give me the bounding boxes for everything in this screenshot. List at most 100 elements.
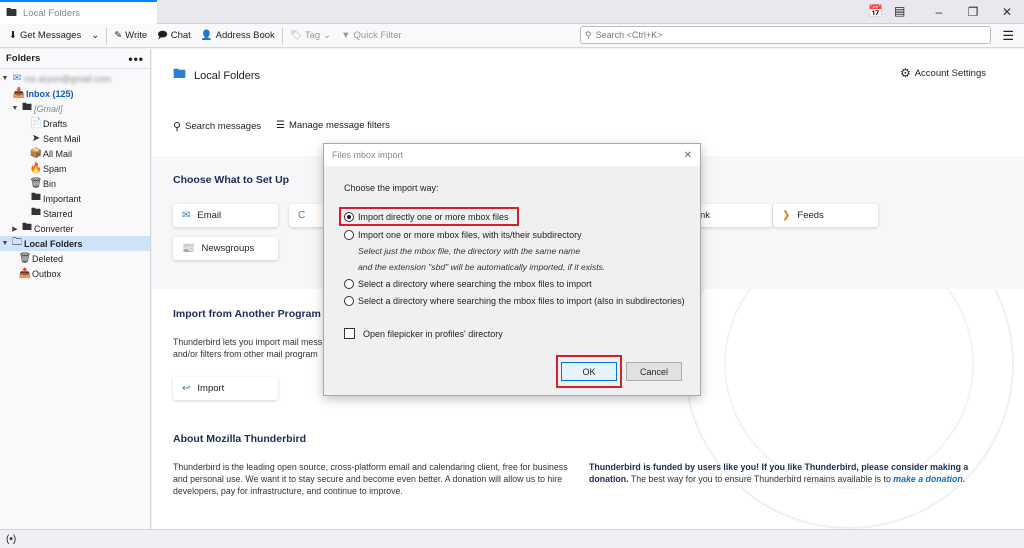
- folder-label: Starred: [43, 208, 73, 219]
- app-menu-icon[interactable]: ☰: [1002, 28, 1014, 44]
- folder-important[interactable]: 🖿 Important: [0, 191, 150, 206]
- option-select-directory-recursive[interactable]: Select a directory where searching the m…: [344, 296, 685, 306]
- manage-filters-label: Manage message filters: [288, 120, 390, 131]
- download-icon: ⬇: [9, 30, 17, 41]
- pencil-icon: ✎: [114, 30, 123, 41]
- funded-bold-text-2: donation.: [589, 474, 629, 484]
- archive-icon: 📦: [29, 148, 43, 159]
- option-label: Import one or more mbox files, with its/…: [358, 230, 582, 240]
- quick-filter-button[interactable]: ▼ Quick Filter: [336, 26, 406, 46]
- chevron-down-icon[interactable]: ▼: [0, 240, 10, 247]
- folder-label: Converter: [34, 223, 74, 234]
- folder-label: Spam: [43, 163, 67, 174]
- folder-pane-header: Folders •••: [0, 49, 150, 69]
- newsgroups-setup-button[interactable]: 📰 Newsgroups: [173, 237, 278, 260]
- search-messages-link[interactable]: ⚲ Search messages: [173, 120, 261, 133]
- trash-icon: 🗑: [18, 253, 32, 264]
- folder-inbox[interactable]: 📥 Inbox (125): [0, 86, 150, 101]
- folder-outbox[interactable]: 📤 Outbox: [0, 266, 150, 281]
- folder-sent-mail[interactable]: ➤ Sent Mail: [0, 131, 150, 146]
- checkbox[interactable]: [344, 328, 355, 339]
- import-icon: ↩: [182, 383, 191, 394]
- get-messages-label: Get Messages: [19, 30, 82, 41]
- option-import-with-subdirectory[interactable]: Import one or more mbox files, with its/…: [344, 230, 582, 240]
- import-button[interactable]: ↩ Import: [173, 377, 278, 400]
- checkbox-label: Open filepicker in profiles' directory: [363, 328, 503, 339]
- folder-local-folders[interactable]: ▼ 🗀 Local Folders: [0, 236, 150, 251]
- donation-link[interactable]: make a donation.: [893, 474, 965, 484]
- about-text-line: and personal use. We want it to stay sec…: [173, 474, 563, 484]
- tab-local-folders[interactable]: 🖿 Local Folders: [0, 0, 157, 24]
- cancel-button[interactable]: Cancel: [626, 362, 682, 381]
- email-setup-button[interactable]: ✉ Email: [173, 204, 278, 227]
- more-options-icon[interactable]: •••: [128, 52, 144, 66]
- import-label: Import: [197, 383, 225, 394]
- dialog-prompt: Choose the import way:: [344, 183, 439, 193]
- outbox-icon: 📤: [18, 268, 32, 279]
- address-book-button[interactable]: 👤 Address Book: [196, 26, 280, 46]
- dialog-body: Choose the import way: Import directly o…: [324, 166, 700, 395]
- search-placeholder: Search <Ctrl+K>: [595, 30, 663, 40]
- page-title-text: Local Folders: [194, 70, 261, 82]
- tab-bar: 🖿 Local Folders 📅 ▤ – ❐ ✕: [0, 0, 1024, 24]
- chevron-down-icon: ⌄: [91, 30, 100, 41]
- address-book-label: Address Book: [215, 30, 275, 41]
- option-hint: Select just the mbox file, the directory…: [358, 246, 581, 256]
- option-label: Import directly one or more mbox files: [358, 212, 509, 222]
- online-status-icon[interactable]: (•): [6, 534, 16, 545]
- filter-icon: ☰: [276, 120, 285, 131]
- folder-all-mail[interactable]: 📦 All Mail: [0, 146, 150, 161]
- tag-button[interactable]: 🏷 Tag ⌄: [285, 26, 336, 46]
- folder-converter[interactable]: ▶ 🖿 Converter: [0, 221, 150, 236]
- tasks-icon[interactable]: ▤: [894, 4, 905, 18]
- chevron-right-icon[interactable]: ▶: [10, 225, 20, 233]
- account-settings-link[interactable]: ⚙ Account Settings: [900, 66, 986, 80]
- setup-heading: Choose What to Set Up: [173, 174, 290, 186]
- open-filepicker-checkbox-row[interactable]: Open filepicker in profiles' directory: [344, 328, 503, 339]
- option-label: Select a directory where searching the m…: [358, 296, 685, 306]
- search-messages-label: Search messages: [185, 121, 262, 132]
- write-button[interactable]: ✎ Write: [109, 26, 152, 46]
- folder-icon: 🖿: [173, 66, 187, 81]
- folder-starred[interactable]: 🖿 Starred: [0, 206, 150, 221]
- toolbar-separator: [106, 27, 108, 44]
- minimize-icon[interactable]: –: [922, 5, 956, 19]
- get-messages-dropdown[interactable]: ⌄: [86, 26, 104, 46]
- folder-deleted[interactable]: 🗑 Deleted: [0, 251, 150, 266]
- radio-button[interactable]: [344, 296, 354, 306]
- manage-filters-link[interactable]: ☰ Manage message filters: [276, 120, 390, 131]
- calendar-icon[interactable]: 📅: [868, 4, 883, 18]
- send-icon: ➤: [31, 133, 41, 144]
- restore-icon[interactable]: ❐: [956, 5, 990, 19]
- search-icon: ⚲: [585, 29, 592, 40]
- mail-account-icon: ✉: [12, 73, 22, 84]
- chevron-down-icon: ⌄: [323, 30, 332, 41]
- search-input[interactable]: ⚲ Search <Ctrl+K>: [580, 26, 991, 44]
- close-icon[interactable]: ✕: [684, 150, 692, 161]
- chevron-down-icon[interactable]: ▼: [10, 105, 20, 112]
- folder-drafts[interactable]: 📄 Drafts: [0, 116, 150, 131]
- account-email: ms.aryon@gmail.com: [24, 73, 112, 84]
- get-messages-button[interactable]: ⬇ Get Messages: [4, 26, 86, 46]
- option-import-direct[interactable]: Import directly one or more mbox files: [344, 212, 509, 222]
- chevron-down-icon[interactable]: ▼: [0, 75, 10, 82]
- option-select-directory[interactable]: Select a directory where searching the m…: [344, 279, 592, 289]
- tag-label: Tag: [304, 30, 321, 41]
- dialog-titlebar: Files mbox import ✕: [324, 144, 700, 166]
- radio-button[interactable]: [344, 279, 354, 289]
- folder-icon: 🖿: [22, 102, 32, 113]
- folder-label: Outbox: [32, 268, 62, 279]
- feeds-label: Feeds: [797, 210, 824, 221]
- folder-label: Bin: [43, 178, 57, 189]
- feeds-setup-button[interactable]: ❯ Feeds: [773, 204, 878, 227]
- close-icon[interactable]: ✕: [990, 5, 1024, 19]
- chat-button[interactable]: 🗩 Chat: [152, 26, 196, 46]
- radio-button[interactable]: [344, 230, 354, 240]
- folder-account[interactable]: ▼ ✉ ms.aryon@gmail.com: [0, 71, 150, 86]
- folder-gmail[interactable]: ▼ 🖿 [Gmail]: [0, 101, 150, 116]
- ok-button[interactable]: OK: [561, 362, 617, 381]
- folder-spam[interactable]: 🔥 Spam: [0, 161, 150, 176]
- drafts-icon: 📄: [29, 118, 43, 129]
- folder-bin[interactable]: 🗑 Bin: [0, 176, 150, 191]
- radio-button-selected[interactable]: [344, 212, 354, 222]
